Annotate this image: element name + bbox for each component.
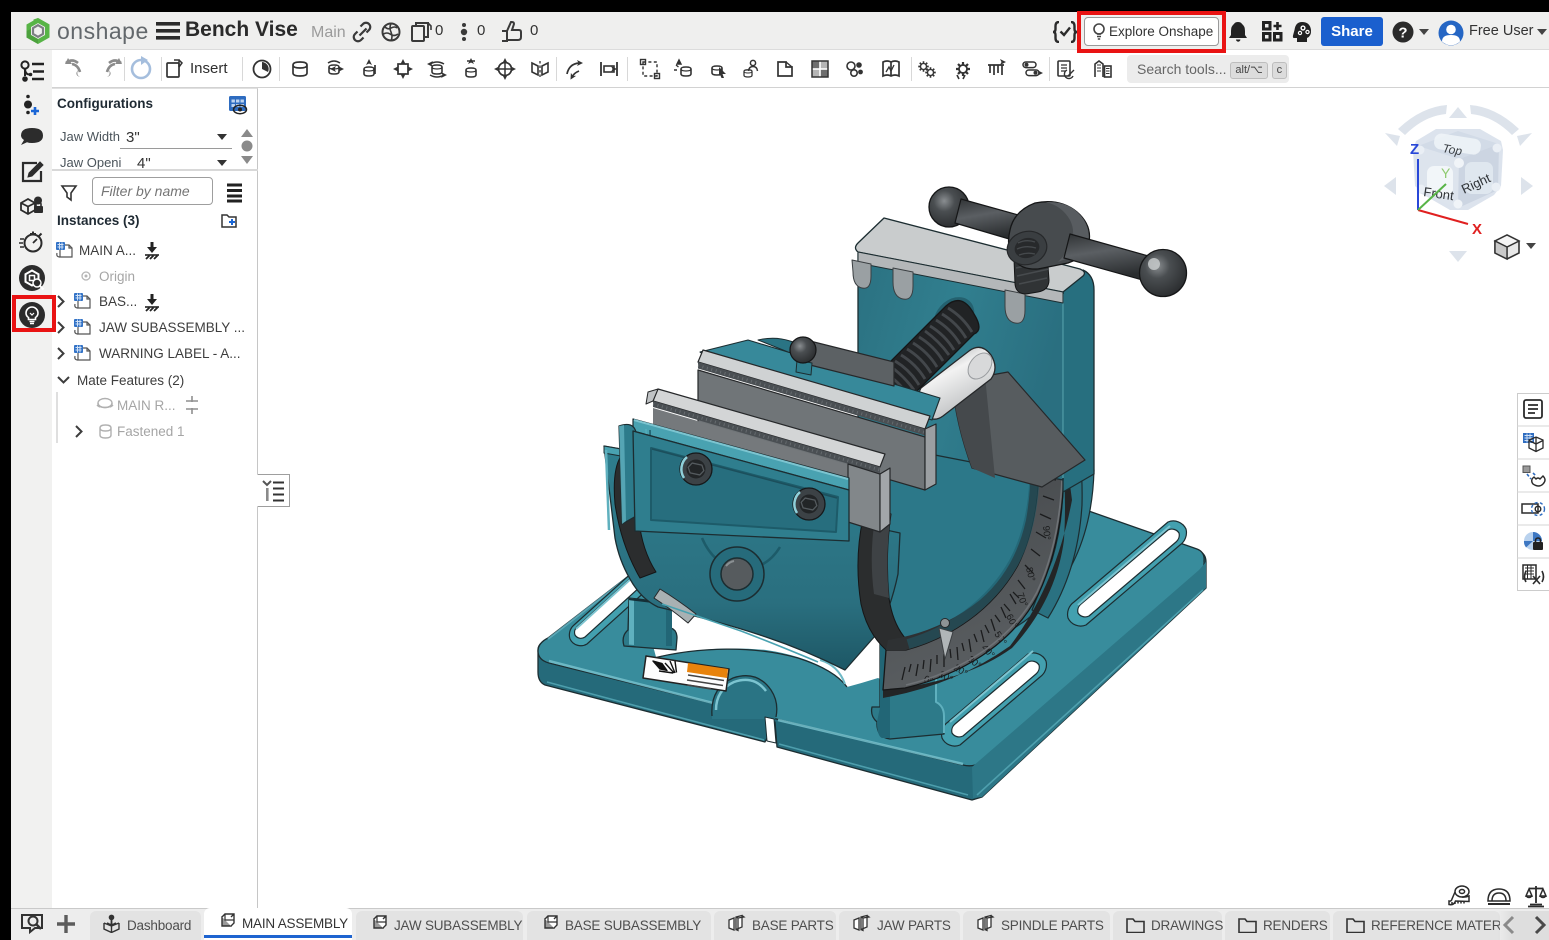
svg-text:X: X xyxy=(1472,221,1482,238)
svg-text:Z: Z xyxy=(1410,141,1419,158)
svg-text:3": 3" xyxy=(126,129,140,146)
svg-text:Jaw Width: Jaw Width xyxy=(60,129,120,144)
svg-text:Origin: Origin xyxy=(99,269,135,284)
svg-text:MAIN A...: MAIN A... xyxy=(79,243,136,258)
svg-text:Jaw Openi: Jaw Openi xyxy=(60,155,122,170)
svg-text:Fastened 1: Fastened 1 xyxy=(117,424,185,439)
svg-text:Instances (3): Instances (3) xyxy=(57,213,140,228)
svg-text:Configurations: Configurations xyxy=(57,96,153,111)
svg-text:Mate Features (2): Mate Features (2) xyxy=(77,373,184,388)
svg-text:Y: Y xyxy=(1441,165,1451,181)
svg-text:90°: 90° xyxy=(1040,525,1052,540)
svg-text:JAW SUBASSEMBLY ...: JAW SUBASSEMBLY ... xyxy=(99,320,245,335)
svg-text:MAIN R...: MAIN R... xyxy=(117,398,176,413)
svg-text:WARNING LABEL - A...: WARNING LABEL - A... xyxy=(99,346,241,361)
svg-text:BAS...: BAS... xyxy=(99,294,137,309)
svg-text:?: ? xyxy=(1398,25,1407,42)
